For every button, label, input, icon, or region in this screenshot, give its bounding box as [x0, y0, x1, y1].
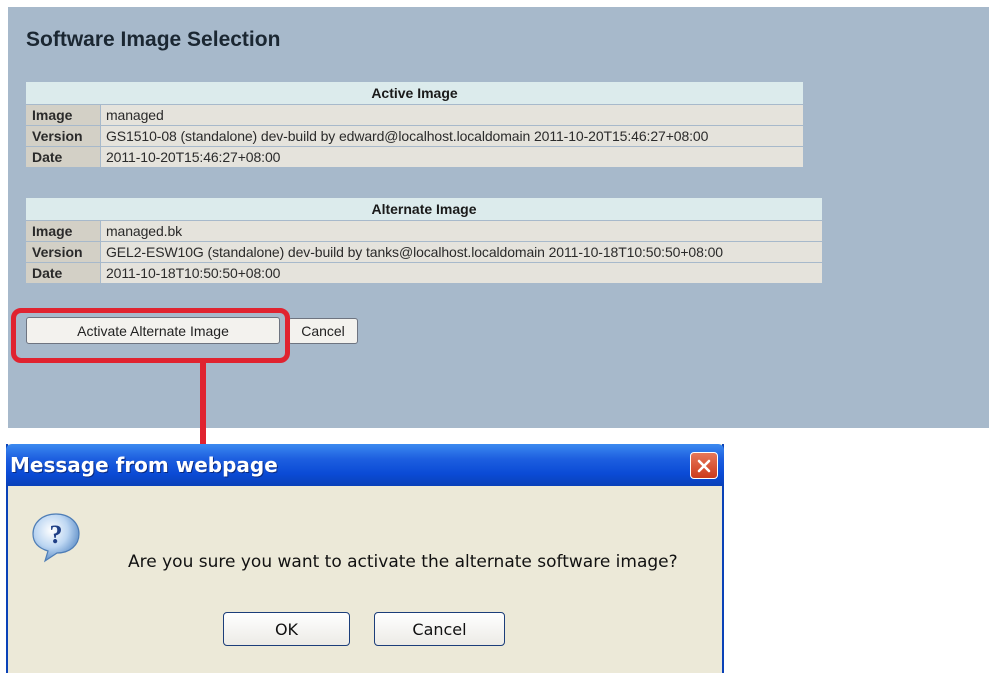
- table-row: Date 2011-10-18T10:50:50+08:00: [26, 263, 822, 283]
- version-value: GEL2-ESW10G (standalone) dev-build by ta…: [101, 242, 822, 262]
- image-value: managed: [101, 105, 803, 125]
- version-value: GS1510-08 (standalone) dev-build by edwa…: [101, 126, 803, 146]
- image-label: Image: [26, 221, 100, 241]
- date-value: 2011-10-20T15:46:27+08:00: [101, 147, 803, 167]
- table-row: Version GS1510-08 (standalone) dev-build…: [26, 126, 803, 146]
- dialog-titlebar[interactable]: Message from webpage: [6, 444, 724, 486]
- ok-button[interactable]: OK: [223, 612, 350, 646]
- close-icon[interactable]: [690, 452, 718, 479]
- date-label: Date: [26, 147, 100, 167]
- svg-text:?: ?: [50, 520, 63, 549]
- dialog-title: Message from webpage: [10, 453, 278, 477]
- dialog-cancel-button[interactable]: Cancel: [374, 612, 505, 646]
- image-label: Image: [26, 105, 100, 125]
- table-row: Image managed: [26, 105, 803, 125]
- table-row: Date 2011-10-20T15:46:27+08:00: [26, 147, 803, 167]
- version-label: Version: [26, 242, 100, 262]
- close-icon-glyph: [697, 459, 711, 472]
- dialog-message: Are you sure you want to activate the al…: [128, 552, 678, 572]
- alternate-image-caption: Alternate Image: [26, 198, 822, 220]
- message-dialog: Message from webpage ? Are you sure you …: [6, 444, 724, 673]
- highlight-box: [11, 308, 290, 363]
- active-image-table: Active Image Image managed Version GS151…: [25, 81, 804, 168]
- cancel-button[interactable]: Cancel: [288, 318, 358, 344]
- active-image-caption: Active Image: [26, 82, 803, 104]
- image-value: managed.bk: [101, 221, 822, 241]
- date-value: 2011-10-18T10:50:50+08:00: [101, 263, 822, 283]
- version-label: Version: [26, 126, 100, 146]
- page-title: Software Image Selection: [26, 28, 281, 51]
- date-label: Date: [26, 263, 100, 283]
- alternate-image-table: Alternate Image Image managed.bk Version…: [25, 197, 823, 284]
- table-row: Image managed.bk: [26, 221, 822, 241]
- question-icon: ?: [32, 513, 80, 563]
- table-row: Version GEL2-ESW10G (standalone) dev-bui…: [26, 242, 822, 262]
